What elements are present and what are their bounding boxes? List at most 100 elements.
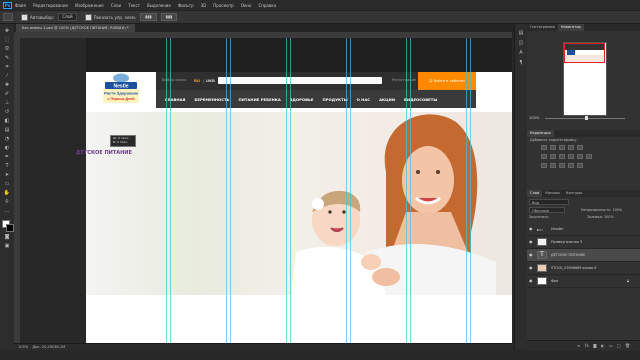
zoom-tool-icon[interactable]: ⚲ (3, 199, 11, 205)
navigator-view-frame[interactable] (564, 43, 605, 63)
menu-type[interactable]: Текст (128, 3, 140, 8)
lasso-tool-icon[interactable]: ᘓ (3, 46, 11, 52)
fill-control[interactable]: Заливка: 100% (587, 215, 614, 219)
invert-icon[interactable] (541, 163, 547, 168)
character-panel-icon[interactable]: A (517, 50, 525, 56)
nav-pregnancy[interactable]: БЕРЕМЕННОСТЬ (194, 97, 229, 102)
autoselect-checkbox[interactable] (21, 13, 28, 21)
marquee-tool-icon[interactable]: ⬚ (3, 37, 11, 43)
site-search-input[interactable]: ⚲ (218, 77, 439, 84)
eye-icon[interactable]: ◉ (529, 266, 534, 270)
history-panel-icon[interactable]: ▤ (517, 30, 525, 36)
autoselect-dropdown[interactable]: Слой (58, 13, 77, 21)
nav-video-tips[interactable]: ВИДЕОСОВЕТЫ (404, 97, 437, 102)
layer-row[interactable]: ◉ STOCK_23906869 копия 4 (527, 262, 640, 275)
layer-style-icon[interactable]: fx (585, 343, 589, 348)
layer-filter-kind[interactable]: Вид (529, 199, 569, 205)
document-tab[interactable]: Без имени-1.psd @ 100% (ДЕТСКОЕ ПИТАНИЕ,… (16, 24, 135, 32)
move-tool-preset-icon[interactable] (3, 13, 13, 21)
distribute-buttons[interactable]: ▮▮▮ (160, 13, 178, 21)
adjustment-layer-icon[interactable]: ◐ (601, 343, 605, 348)
register-link[interactable]: Регистрация (392, 78, 416, 82)
eye-icon[interactable]: ◉ (529, 279, 534, 283)
nav-health[interactable]: ЗДОРОВЬЕ (290, 97, 314, 102)
eye-icon[interactable]: ◉ (529, 227, 534, 231)
eyedropper-tool-icon[interactable]: ⁄ (3, 73, 11, 79)
guide-line[interactable] (406, 38, 407, 343)
opacity-control[interactable]: Непрозрачность: 100% (581, 208, 622, 212)
guide-line[interactable] (466, 38, 467, 343)
screen-mode-icon[interactable]: ▣ (3, 243, 11, 249)
eye-icon[interactable]: ◉ (529, 240, 534, 244)
align-buttons[interactable]: ▮▮▮ (140, 13, 157, 21)
blur-tool-icon[interactable]: ◔ (3, 136, 11, 142)
guide-line[interactable] (290, 38, 291, 343)
photo-filter-icon[interactable] (568, 154, 574, 159)
threshold-icon[interactable] (559, 163, 565, 168)
eye-icon[interactable]: ◉ (529, 253, 534, 257)
layer-row[interactable]: ◉ ▸▭ Header (527, 223, 640, 236)
channel-mixer-icon[interactable] (577, 154, 583, 159)
text-layer-baby-food[interactable]: ДЕТСКОЕ ПИТАНИЕ (76, 150, 132, 156)
menu-filter[interactable]: Фильтр (178, 3, 194, 8)
guide-line[interactable] (470, 38, 471, 343)
tab-layers[interactable]: Слои (527, 190, 543, 197)
color-balance-icon[interactable] (550, 154, 556, 159)
shape-tool-icon[interactable]: ▭ (3, 181, 11, 187)
posterize-icon[interactable] (550, 163, 556, 168)
pen-tool-icon[interactable]: ✒ (3, 154, 11, 160)
guide-line[interactable] (166, 38, 167, 343)
tab-corrections[interactable]: Коррекция (527, 130, 554, 137)
vibrance-icon[interactable] (577, 145, 583, 150)
hand-tool-icon[interactable]: ✋ (3, 190, 11, 196)
quick-select-tool-icon[interactable]: ✎ (3, 55, 11, 61)
history-brush-tool-icon[interactable]: ↺ (3, 109, 11, 115)
move-tool-icon[interactable]: ✥ (3, 28, 11, 34)
nav-baby-food[interactable]: ПИТАНИЕ РЕБЕНКА (239, 97, 281, 102)
background-color-swatch[interactable] (6, 224, 14, 232)
menu-layers[interactable]: Слои (111, 3, 121, 8)
brush-tool-icon[interactable]: ✐ (3, 91, 11, 97)
levels-icon[interactable] (550, 145, 556, 150)
guide-line[interactable] (410, 38, 411, 343)
document-canvas[interactable]: Nestle Расти Здоровым с Первых Дней Выбо… (86, 38, 512, 343)
menu-3d[interactable]: 3D (201, 3, 207, 8)
lang-ukr-link[interactable]: UKR (206, 78, 215, 83)
guide-line[interactable] (170, 38, 171, 343)
hue-saturation-icon[interactable] (541, 154, 547, 159)
brightness-icon[interactable] (541, 145, 547, 150)
curves-icon[interactable] (559, 145, 565, 150)
menu-file[interactable]: Файл (15, 3, 26, 8)
nav-products[interactable]: ПРОДУКТЫ (323, 97, 348, 102)
guide-line[interactable] (350, 38, 351, 343)
new-group-icon[interactable]: ▭ (609, 343, 613, 348)
tab-channels[interactable]: Каналы (542, 190, 562, 197)
color-lookup-icon[interactable] (586, 154, 592, 159)
new-layer-icon[interactable]: ▢ (617, 343, 621, 348)
more-tools-icon[interactable]: … (3, 208, 11, 214)
gradient-tool-icon[interactable]: ▤ (3, 127, 11, 133)
exposure-icon[interactable] (568, 145, 574, 150)
menu-select[interactable]: Выделение (147, 3, 171, 8)
crop-tool-icon[interactable]: ⌗ (3, 64, 11, 70)
tab-paths[interactable]: Контуры (563, 190, 585, 197)
menu-edit[interactable]: Редактирование (33, 3, 68, 8)
nav-promos[interactable]: АКЦИИ (379, 97, 395, 102)
lang-ru-link[interactable]: RU (194, 78, 200, 83)
healing-tool-icon[interactable]: ✚ (3, 82, 11, 88)
navigator-zoom-value[interactable]: 100% (529, 116, 539, 120)
tab-histogram[interactable]: Гистограмма (527, 24, 558, 31)
tab-navigator[interactable]: Навигатор (557, 24, 584, 31)
navigator-preview[interactable] (563, 42, 607, 116)
properties-panel-icon[interactable]: ◫ (517, 40, 525, 46)
gradient-map-icon[interactable] (568, 163, 574, 168)
stamp-tool-icon[interactable]: ⊥ (3, 100, 11, 106)
status-zoom[interactable]: 100% (18, 344, 28, 351)
type-tool-icon[interactable]: T (3, 163, 11, 169)
black-white-icon[interactable] (559, 154, 565, 159)
navigator-zoom-thumb[interactable] (585, 116, 588, 120)
layer-row[interactable]: ◉ Прямоугольник 3 (527, 236, 640, 249)
add-mask-icon[interactable]: ◙ (593, 343, 597, 348)
dodge-tool-icon[interactable]: ◐ (3, 145, 11, 151)
path-select-tool-icon[interactable]: ➤ (3, 172, 11, 178)
